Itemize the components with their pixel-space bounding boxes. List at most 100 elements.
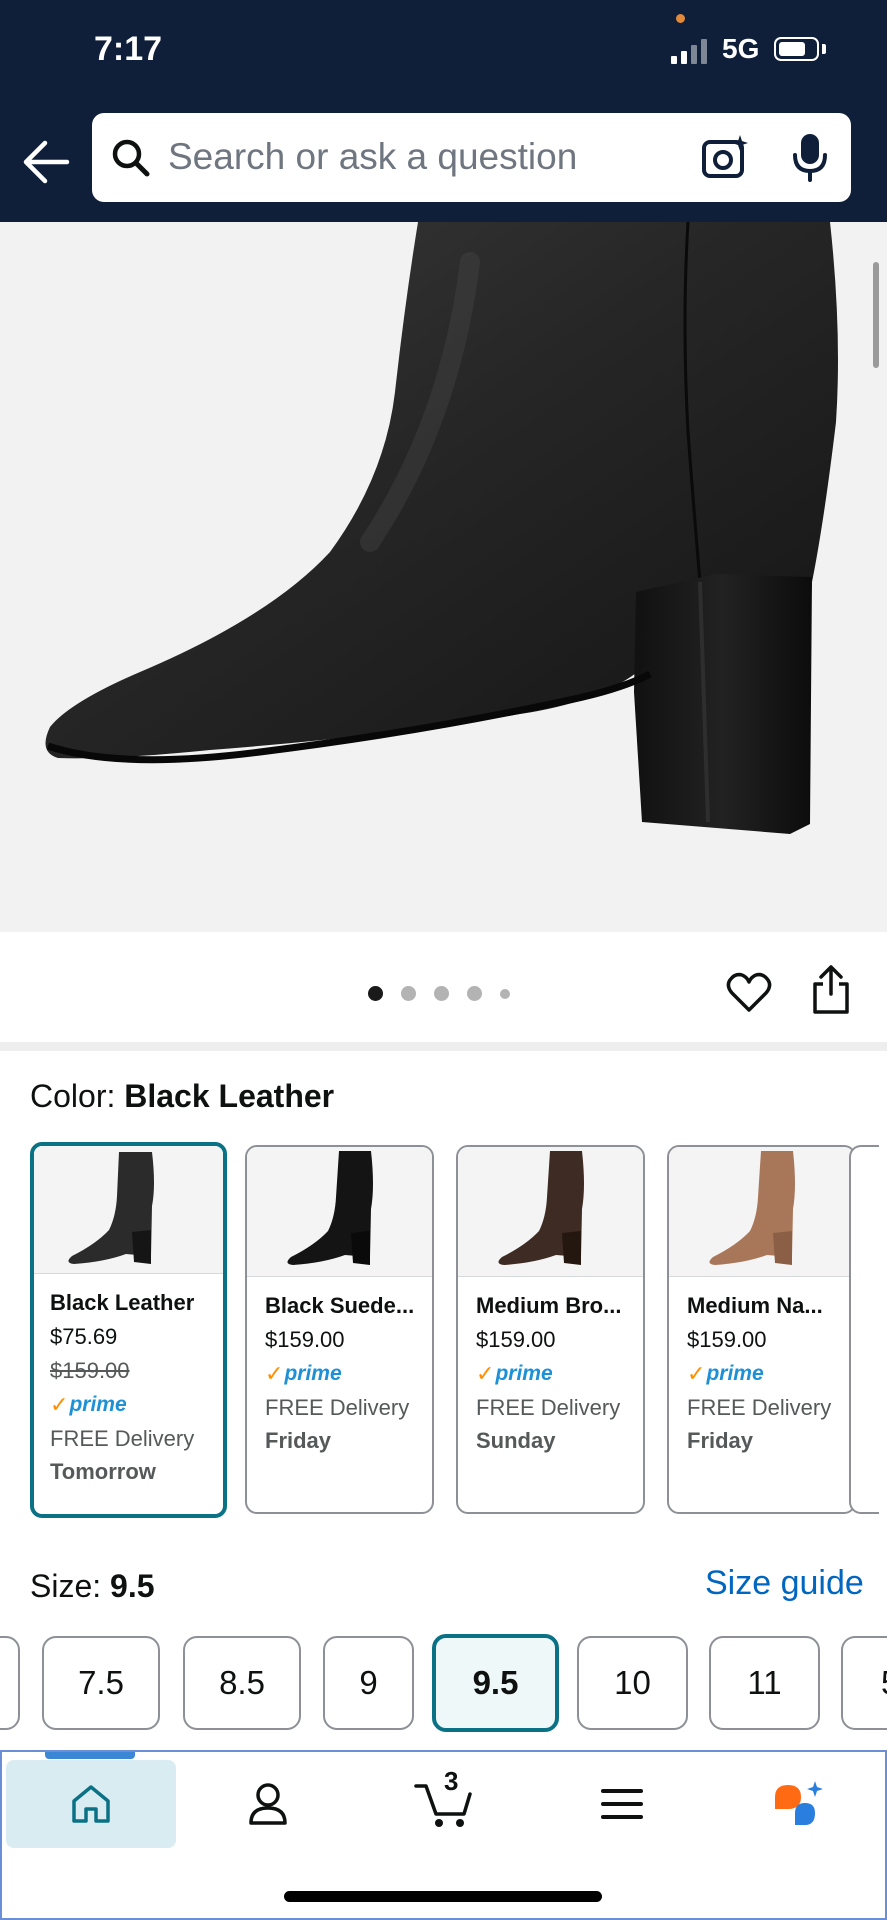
search-header <box>0 100 887 222</box>
swatch-name: Black Suede... <box>265 1293 415 1318</box>
color-swatch-medium-natural[interactable]: Medium Na... $159.00 ✓ prime FREE Deliver… <box>667 1145 856 1514</box>
color-swatch-list: Black Leather $75.69 $159.00 ✓ prime FREE… <box>30 1142 887 1518</box>
swatch-price: $159.00 <box>687 1327 767 1352</box>
camera-search-icon[interactable] <box>700 133 750 183</box>
swatch-thumbnail <box>34 1146 223 1274</box>
nav-cart[interactable]: 3 <box>360 1760 530 1848</box>
size-option-next-peek[interactable]: 5 <box>841 1636 887 1730</box>
swatch-thumbnail <box>458 1147 643 1277</box>
nav-account[interactable] <box>183 1760 353 1848</box>
color-swatch-medium-brown[interactable]: Medium Bro... $159.00 ✓ prime FREE Delive… <box>456 1145 645 1514</box>
size-option-next-label: 5 <box>881 1664 887 1702</box>
color-swatch-next-peek[interactable] <box>849 1145 879 1514</box>
prime-badge: ✓ prime <box>476 1357 633 1391</box>
status-time: 7:17 <box>94 30 163 68</box>
home-indicator <box>284 1891 602 1902</box>
prime-label: prime <box>284 1362 342 1385</box>
swatch-name: Black Leather <box>50 1290 195 1315</box>
prime-check-icon: ✓ <box>50 1392 69 1417</box>
product-page: 7:17 5G Search or ask a question Color: … <box>0 0 887 1920</box>
size-guide-link[interactable]: Size guide <box>705 1564 864 1603</box>
carousel-dots[interactable] <box>368 986 510 1001</box>
medium-brown-boot-thumbnail <box>498 1151 584 1265</box>
nav-active-indicator <box>45 1752 135 1759</box>
swatch-delivery: FREE Delivery <box>50 1426 195 1451</box>
battery-tip <box>822 44 826 54</box>
swatch-price: $159.00 <box>476 1327 556 1352</box>
size-label-prefix: Size: <box>30 1568 111 1604</box>
account-icon <box>249 1783 287 1825</box>
size-label: Size: 9.5 <box>30 1568 155 1605</box>
search-icon <box>112 139 150 177</box>
prime-check-icon: ✓ <box>476 1361 495 1386</box>
carousel-dot[interactable] <box>401 986 416 1001</box>
swatch-list-price: $159.00 <box>50 1358 130 1383</box>
size-option-9-5[interactable]: 9.5 <box>432 1634 559 1732</box>
prime-label: prime <box>706 1362 764 1385</box>
microphone-icon[interactable] <box>790 131 830 183</box>
carousel-dot[interactable] <box>500 988 510 999</box>
color-selected-value: Black Leather <box>124 1078 335 1114</box>
nav-menu[interactable] <box>537 1760 707 1848</box>
prime-label: prime <box>495 1362 553 1385</box>
nav-rufus-assistant[interactable] <box>714 1760 884 1848</box>
swatch-delivery: FREE Delivery <box>476 1395 621 1420</box>
black-suede-boot-thumbnail <box>287 1151 373 1265</box>
size-option-11[interactable]: 11 <box>709 1636 820 1730</box>
product-image[interactable] <box>0 222 887 932</box>
carousel-dot[interactable] <box>434 986 449 1001</box>
swatch-delivery-day: Friday <box>687 1428 754 1453</box>
prime-check-icon: ✓ <box>687 1361 706 1386</box>
carousel-dot[interactable] <box>467 986 482 1001</box>
swatch-delivery-day: Friday <box>265 1428 332 1453</box>
privacy-indicator-dot <box>676 14 685 23</box>
boot-image <box>45 222 838 834</box>
image-carousel-controls <box>0 932 887 1042</box>
back-arrow-icon <box>23 140 70 184</box>
swatch-delivery: FREE Delivery <box>687 1395 832 1420</box>
swatch-name: Medium Na... <box>687 1293 823 1318</box>
prime-badge: ✓ prime <box>50 1388 213 1422</box>
prime-badge: ✓ prime <box>687 1357 844 1391</box>
section-divider <box>0 1042 887 1051</box>
wishlist-heart-icon[interactable] <box>726 970 772 1016</box>
network-label: 5G <box>722 33 760 64</box>
assistant-chat-icon <box>775 1781 823 1825</box>
size-option-10[interactable]: 10 <box>577 1636 688 1730</box>
share-icon[interactable] <box>810 964 852 1016</box>
cart-count-badge: 3 <box>444 1766 459 1796</box>
color-swatch-black-suede[interactable]: Black Suede... $159.00 ✓ prime FREE Deliv… <box>245 1145 434 1514</box>
size-option-7-5[interactable]: 7.5 <box>42 1636 160 1730</box>
swatch-price: $75.69 <box>50 1324 118 1349</box>
black-leather-boot-thumbnail <box>68 1152 154 1264</box>
prime-check-icon: ✓ <box>265 1361 284 1386</box>
swatch-thumbnail <box>669 1147 854 1277</box>
color-swatch-black-leather[interactable]: Black Leather $75.69 $159.00 ✓ prime FREE… <box>30 1142 227 1518</box>
nav-home[interactable] <box>6 1760 176 1848</box>
swatch-thumbnail <box>247 1147 432 1277</box>
size-option-8-5[interactable]: 8.5 <box>183 1636 301 1730</box>
battery-icon <box>774 37 819 61</box>
swatch-delivery-day: Sunday <box>476 1428 556 1453</box>
color-label-prefix: Color: <box>30 1078 125 1114</box>
size-selected-value: 9.5 <box>110 1568 155 1604</box>
prime-label: prime <box>69 1393 127 1416</box>
swatch-price: $159.00 <box>265 1327 345 1352</box>
search-input[interactable] <box>168 125 688 189</box>
medium-natural-boot-thumbnail <box>709 1151 795 1265</box>
carousel-dot-active[interactable] <box>368 986 383 1001</box>
image-scroll-indicator <box>873 262 879 368</box>
size-option-9[interactable]: 9 <box>323 1636 414 1730</box>
swatch-delivery-day: Tomorrow <box>50 1459 156 1484</box>
color-label: Color: Black Leather <box>30 1078 334 1115</box>
home-icon <box>72 1785 110 1823</box>
swatch-name: Medium Bro... <box>476 1293 622 1318</box>
menu-icon <box>601 1789 643 1819</box>
swatch-delivery: FREE Delivery <box>265 1395 410 1420</box>
size-option-list: 7.5 8.5 9 9.5 10 11 <box>0 1634 887 1734</box>
prime-badge: ✓ prime <box>265 1357 422 1391</box>
status-bar: 7:17 5G <box>0 0 887 100</box>
signal-icon <box>671 38 707 64</box>
back-button[interactable] <box>18 134 74 190</box>
search-bar[interactable] <box>92 113 851 202</box>
